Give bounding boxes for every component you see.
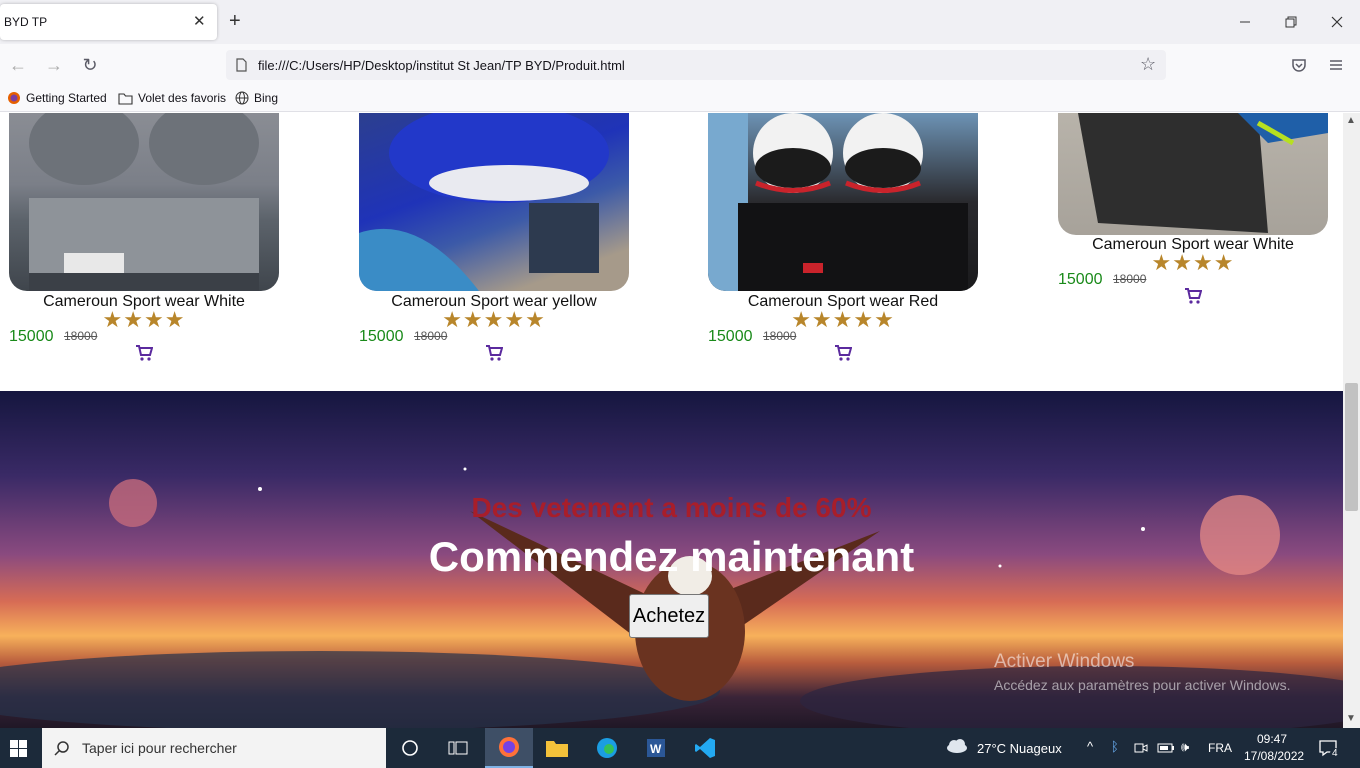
page-icon (236, 58, 247, 72)
page-content: Cameroun Sport wear White ★★★★ 15000 180… (0, 113, 1343, 728)
address-bar[interactable]: file:///C:/Users/HP/Desktop/institut St … (226, 50, 1166, 80)
language-indicator[interactable]: FRA (1208, 741, 1232, 755)
clock-time[interactable]: 09:47 (1257, 732, 1287, 746)
bookmarks-toolbar: Getting Started Volet des favoris Bing (0, 86, 1360, 112)
close-window-icon[interactable] (1327, 12, 1347, 32)
notification-count-badge: 4 (1330, 748, 1340, 759)
banner-subtitle: Des vetement a moins de 60% (471, 492, 872, 523)
browser-tab[interactable]: BYD TP ✕ (0, 4, 217, 40)
new-tab-icon[interactable]: + (229, 11, 241, 31)
product-image (359, 113, 629, 291)
file-explorer-icon[interactable] (533, 728, 581, 768)
cortana-icon[interactable] (386, 728, 434, 768)
url-text: file:///C:/Users/HP/Desktop/institut St … (258, 58, 625, 73)
meet-now-icon[interactable] (1134, 741, 1148, 755)
product-price: 15000 (359, 328, 404, 345)
scroll-down-icon[interactable]: ▼ (1346, 713, 1356, 724)
vscode-icon[interactable] (681, 728, 729, 768)
product-image (9, 113, 279, 291)
product-price: 15000 (1058, 271, 1103, 288)
watermark-text: Accédez aux paramètres pour activer Wind… (994, 677, 1291, 693)
watermark-title: Activer Windows (994, 651, 1135, 672)
minimize-icon[interactable] (1235, 12, 1255, 32)
firefox-taskbar-icon[interactable] (485, 728, 533, 768)
clock-date[interactable]: 17/08/2022 (1244, 749, 1304, 763)
show-hidden-icons-icon[interactable]: ^ (1087, 739, 1093, 754)
cart-icon[interactable] (1184, 288, 1202, 304)
taskbar-search[interactable]: Taper ici pour rechercher (42, 728, 386, 768)
scroll-thumb[interactable] (1345, 383, 1358, 511)
globe-icon (235, 91, 249, 105)
bookmark-label: Volet des favoris (138, 91, 227, 105)
folder-icon (118, 92, 133, 105)
bookmark-bing[interactable]: Bing (235, 91, 278, 105)
bookmark-favorites-folder[interactable]: Volet des favoris (118, 91, 226, 105)
tab-title: BYD TP (4, 15, 48, 29)
back-icon[interactable]: ← (8, 55, 28, 75)
close-tab-icon[interactable]: ✕ (193, 14, 206, 30)
bookmark-getting-started[interactable]: Getting Started (7, 91, 107, 105)
bluetooth-icon[interactable]: ᛒ (1111, 739, 1119, 754)
old-price: 18000 (1113, 272, 1147, 286)
tab-strip: BYD TP ✕ + (0, 0, 1360, 44)
windows-activation-watermark: Activer Windows Accédez aux paramètres p… (994, 651, 1290, 693)
windows-start-icon[interactable] (10, 740, 27, 757)
weather-cloud-icon[interactable] (945, 738, 969, 754)
bookmark-label: Getting Started (26, 91, 107, 105)
bookmark-star-icon[interactable]: ☆ (1140, 54, 1156, 75)
pocket-icon[interactable] (1290, 56, 1308, 74)
bookmark-label: Bing (254, 91, 279, 105)
old-price: 18000 (763, 329, 797, 343)
cart-icon[interactable] (834, 345, 852, 361)
product-price: 15000 (9, 328, 54, 345)
reload-icon[interactable]: ↻ (80, 55, 100, 75)
restore-icon[interactable] (1281, 12, 1301, 32)
product-image (1058, 113, 1328, 235)
windows-taskbar: Taper ici pour rechercher W 27°C Nuageux… (0, 728, 1360, 768)
menu-icon[interactable] (1327, 56, 1345, 74)
banner-title: Commendez maintenant (428, 533, 915, 580)
firefox-icon (8, 92, 20, 104)
search-placeholder: Taper ici pour rechercher (82, 740, 237, 756)
cart-icon[interactable] (135, 345, 153, 361)
product-image (708, 113, 978, 291)
product-price: 15000 (708, 328, 753, 345)
battery-icon[interactable] (1157, 742, 1175, 754)
old-price: 18000 (64, 329, 98, 343)
volume-icon[interactable]: 🕪 (1181, 739, 1189, 755)
scroll-up-icon[interactable]: ▲ (1346, 115, 1356, 126)
svg-text:W: W (650, 742, 662, 756)
old-price: 18000 (414, 329, 448, 343)
cart-icon[interactable] (485, 345, 503, 361)
word-icon[interactable]: W (632, 728, 680, 768)
search-icon (54, 741, 69, 756)
promo-banner: Des vetement a moins de 60% Commendez ma… (0, 391, 1343, 728)
forward-icon[interactable]: → (44, 55, 64, 75)
vertical-scrollbar[interactable]: ▲ ▼ (1343, 113, 1360, 728)
weather-text[interactable]: 27°C Nuageux (977, 741, 1062, 756)
task-view-icon[interactable] (434, 728, 482, 768)
buy-now-button[interactable]: Achetez (629, 594, 709, 638)
edge-icon[interactable] (583, 728, 631, 768)
